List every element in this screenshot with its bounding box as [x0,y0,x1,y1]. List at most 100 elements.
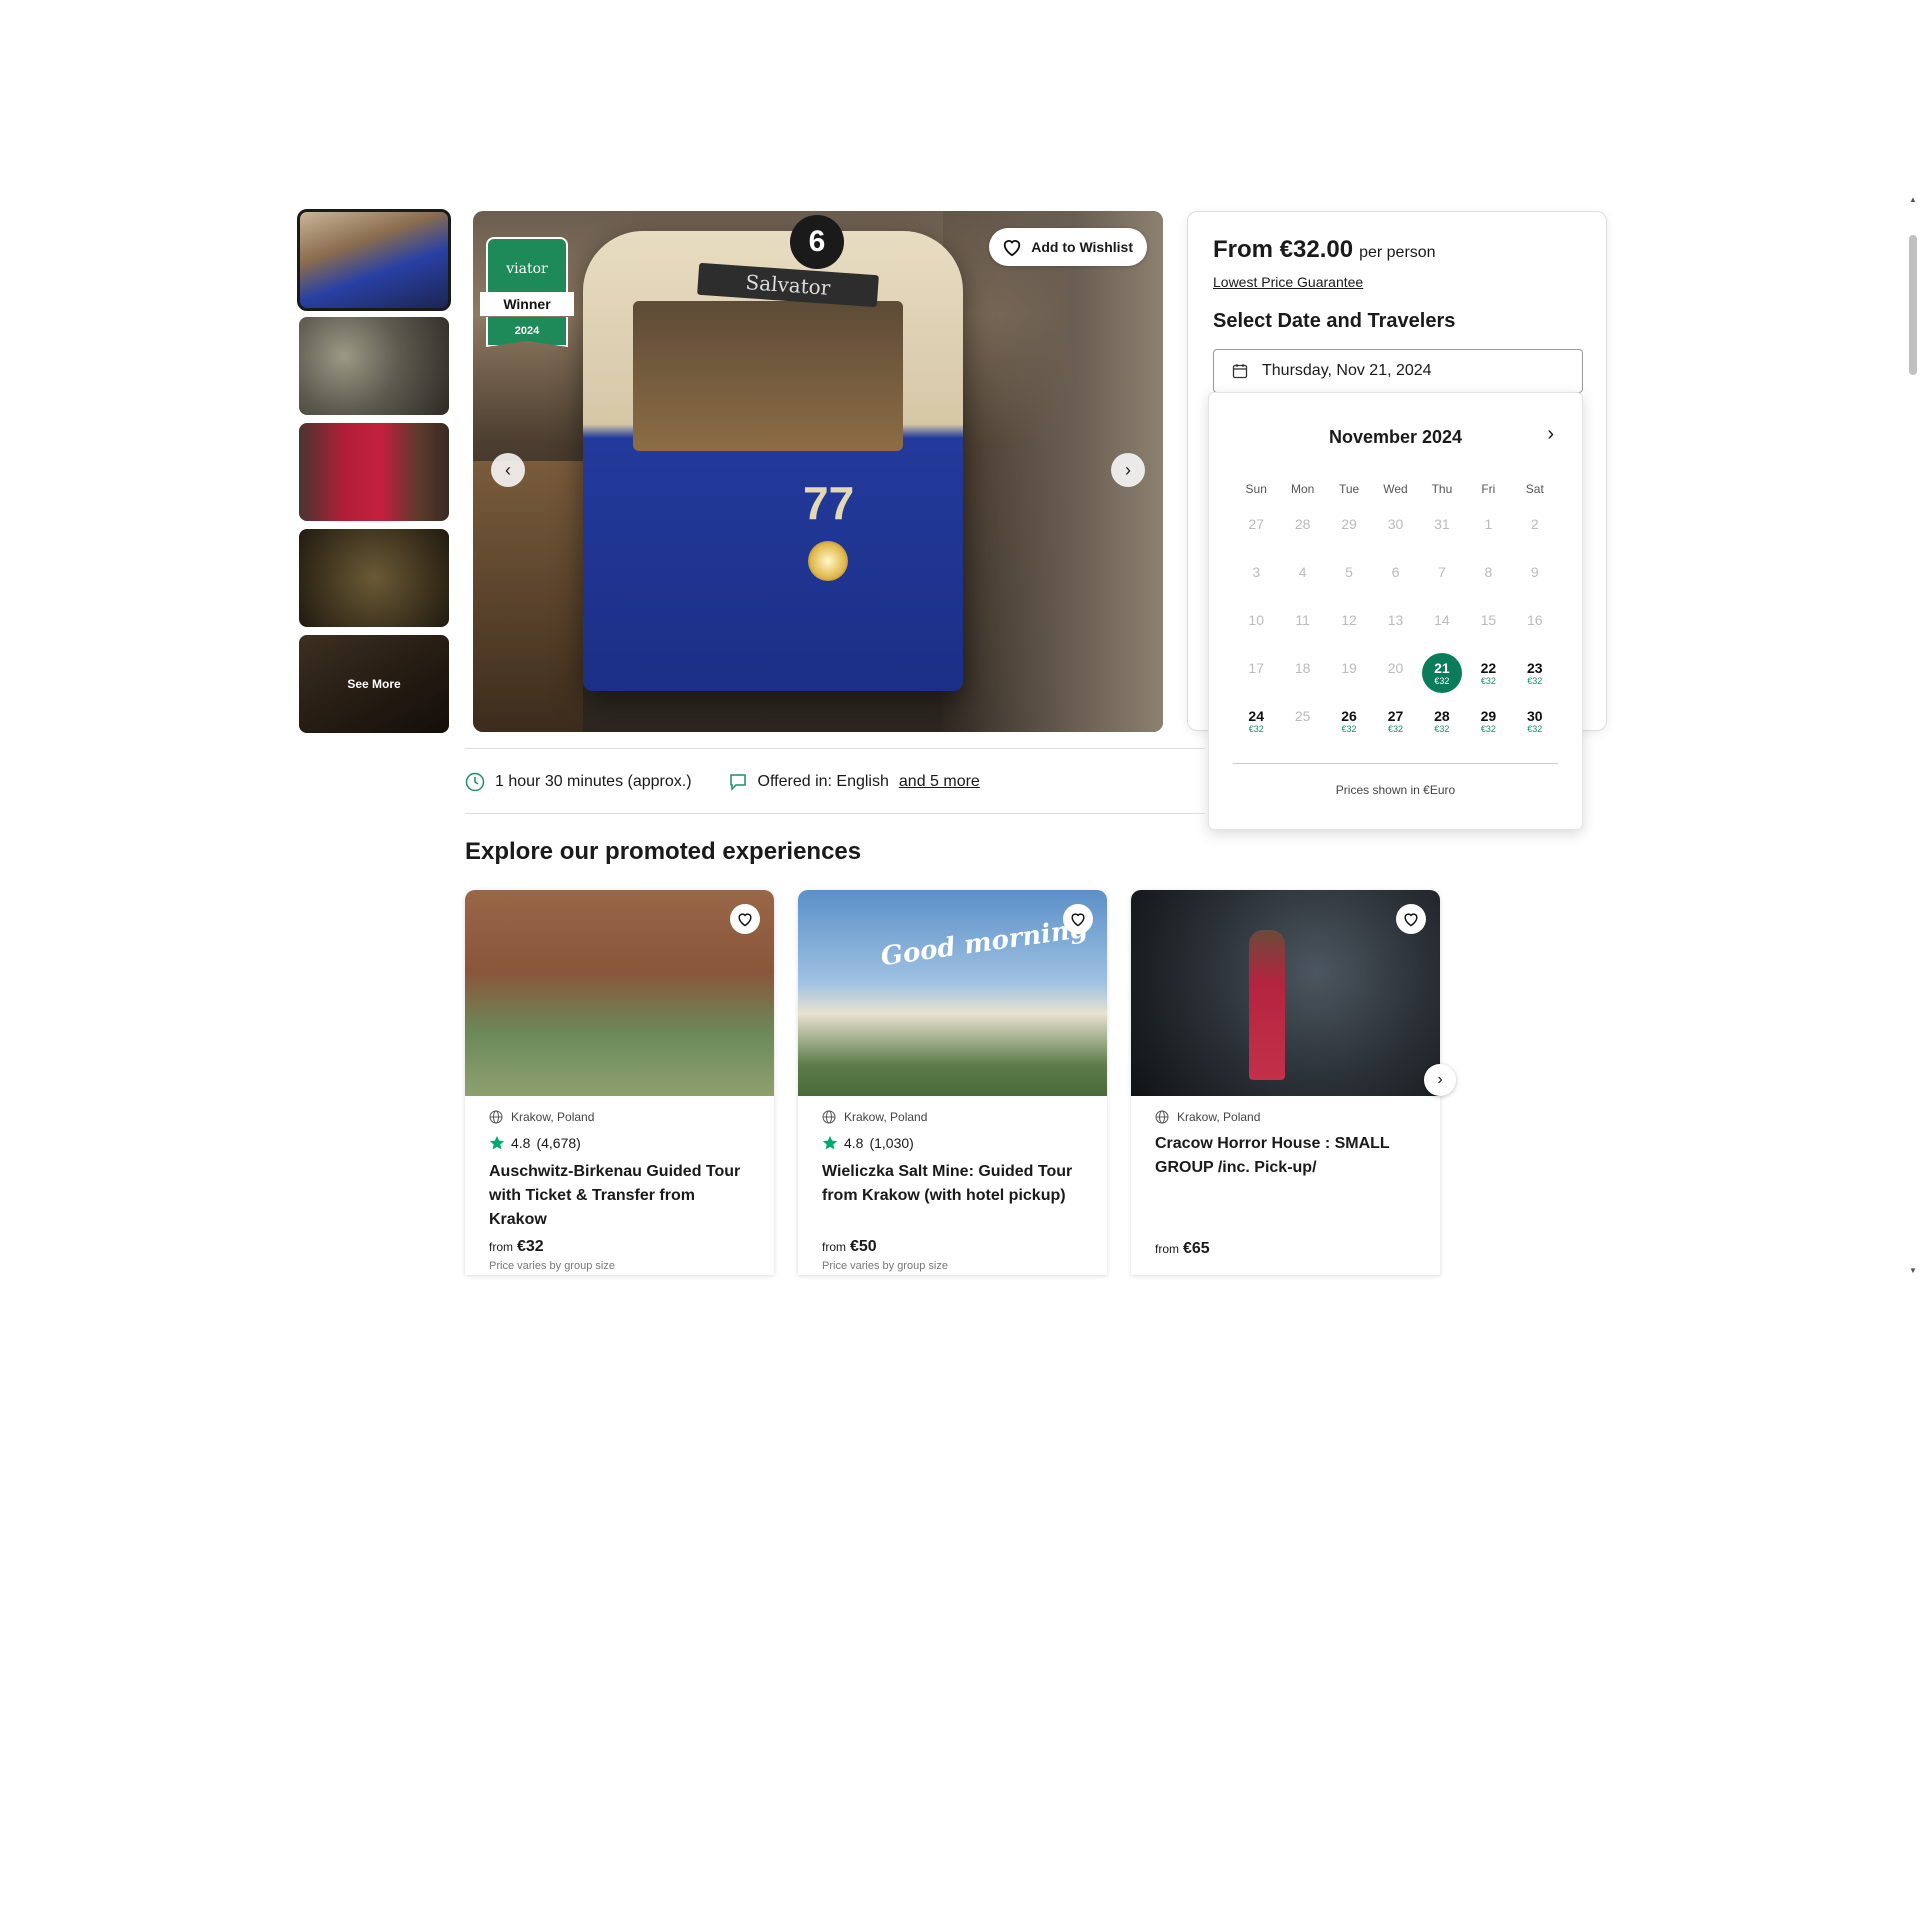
calendar-day[interactable]: 23 €32 [1512,649,1558,697]
thumbnail-2[interactable] [299,317,449,415]
day-number: 7 [1438,564,1446,580]
thumbnail-strip: See More [297,209,451,741]
calendar-day: 19 [1326,649,1372,697]
calendar-day: 16 [1512,601,1558,649]
duration: 1 hour 30 minutes (approx.) [495,773,692,790]
date-picker-input[interactable]: Thursday, Nov 21, 2024 [1213,349,1583,393]
more-languages-link[interactable]: and 5 more [899,773,980,791]
day-number: 15 [1480,612,1497,628]
price-value: €32 [517,1238,544,1255]
calendar-month: November 2024 [1328,427,1463,447]
heart-icon [1404,913,1418,927]
experience-card[interactable]: Krakow, Poland Cracow Horror House : SMA… [1131,890,1440,1275]
calendar-day: 3 [1233,553,1279,601]
card-title[interactable]: Wieliczka Salt Mine: Guided Tour from Kr… [822,1160,1083,1208]
day-price: €32 [1480,676,1496,686]
selected-day-circle: 21 €32 [1421,653,1462,693]
weekday-header: Thu [1431,482,1453,496]
day-number: 14 [1434,612,1450,628]
next-image-button[interactable]: › [1111,453,1145,487]
next-month-button[interactable]: › [1547,423,1554,446]
day-price: €32 [1434,676,1450,686]
day-number: 8 [1484,564,1493,580]
day-number: 26 [1341,708,1357,724]
offered-in: Offered in: English [757,773,889,790]
scroll-up-icon[interactable]: ▲ [1909,195,1917,204]
weekday-header: Mon [1290,482,1315,496]
award-label: Winner [480,292,574,316]
calendar-grid: Sun Mon Tue Wed Thu Fri Sat 27 28 29 30 31 1 2 3 4 5 6 7 8 9… [1233,473,1558,745]
clock-icon [465,772,485,792]
thumbnail-1[interactable] [297,209,451,311]
card-image-overlay-text: Good morning [879,913,1091,973]
globe-icon [1155,1110,1169,1124]
divider-bottom [465,813,1205,814]
day-price: €32 [1527,724,1543,734]
scrollbar-thumb[interactable] [1909,235,1917,375]
thumbnail-3[interactable] [299,423,449,521]
card-rating: 4.8 (1,030) [822,1130,1083,1156]
scroll-down-icon[interactable]: ▼ [1909,1266,1917,1275]
day-number: 3 [1252,564,1261,580]
card-title[interactable]: Auschwitz-Birkenau Guided Tour with Tick… [489,1160,750,1232]
calendar-day: 5 [1326,553,1372,601]
day-number: 1 [1484,516,1493,532]
wishlist-heart-button[interactable] [730,904,760,934]
calendar-day[interactable]: 27 €32 [1372,697,1418,745]
wishlist-heart-button[interactable] [1063,904,1093,934]
card-price: from €50 [822,1238,877,1256]
day-number: 11 [1295,612,1310,628]
experience-card[interactable]: Krakow, Poland 4.8 (4,678) Auschwitz-Bir… [465,890,774,1275]
wishlist-heart-button[interactable] [1396,904,1426,934]
next-cards-button[interactable]: › [1424,1064,1456,1096]
select-date-travelers-title: Select Date and Travelers [1213,310,1456,332]
lowest-price-guarantee-link[interactable]: Lowest Price Guarantee [1213,274,1363,290]
experience-card[interactable]: Good morning Krakow, Poland 4.8 (1,030) … [798,890,1107,1275]
tram-number: 77 [803,477,855,529]
page-scrollbar[interactable]: ▲ ▼ [1906,195,1920,1275]
card-image [465,890,774,1096]
day-number: 24 [1248,708,1264,724]
price-prefix: from [1155,1242,1179,1256]
day-number: 5 [1345,564,1353,580]
thumbnail-4[interactable] [299,529,449,627]
calendar-day[interactable]: 22 €32 [1465,649,1511,697]
day-price: €32 [1527,676,1543,686]
tram-window [633,301,903,451]
hero-image: Salvator 77 6 viator Winner 2024 Add to … [473,211,1163,732]
calendar-day: 27 [1233,505,1279,553]
calendar-day: 17 [1233,649,1279,697]
day-number: 16 [1526,612,1543,628]
calendar-divider [1233,763,1558,764]
calendar-day: 15 [1465,601,1511,649]
chevron-right-icon: › [1547,423,1554,445]
calendar-footer: Prices shown in €Euro [1335,783,1456,797]
calendar-day: 25 [1279,697,1325,745]
card-location: Krakow, Poland [822,1106,1083,1128]
calendar-day: 31 [1419,505,1465,553]
calendar-day-selected[interactable]: 21 €32 [1419,649,1465,697]
card-image [1131,890,1440,1096]
price-value: €50 [850,1238,877,1255]
calendar-day: 11 [1279,601,1325,649]
calendar-day[interactable]: 28 €32 [1419,697,1465,745]
calendar-day[interactable]: 24 €32 [1233,697,1279,745]
calendar-day: 12 [1326,601,1372,649]
day-number: 29 [1341,516,1357,532]
tram-route-badge: 6 [790,215,844,269]
day-number: 23 [1526,660,1543,676]
thumbnail-see-more[interactable]: See More [299,635,449,733]
calendar-day: 7 [1419,553,1465,601]
info-line: 1 hour 30 minutes (approx.) Offered in: … [465,772,980,792]
previous-image-button[interactable]: ‹ [491,453,525,487]
calendar-day[interactable]: 29 €32 [1465,697,1511,745]
card-title[interactable]: Cracow Horror House : SMALL GROUP /inc. … [1155,1132,1416,1180]
price-value: €65 [1183,1240,1210,1257]
calendar-day[interactable]: 30 €32 [1512,697,1558,745]
calendar-day[interactable]: 26 €32 [1326,697,1372,745]
see-more-label: See More [299,635,449,733]
add-to-wishlist-button[interactable]: Add to Wishlist [989,228,1147,266]
per-person: per person [1359,244,1436,261]
review-count: (1,030) [869,1135,914,1151]
card-location-text: Krakow, Poland [1177,1110,1261,1124]
